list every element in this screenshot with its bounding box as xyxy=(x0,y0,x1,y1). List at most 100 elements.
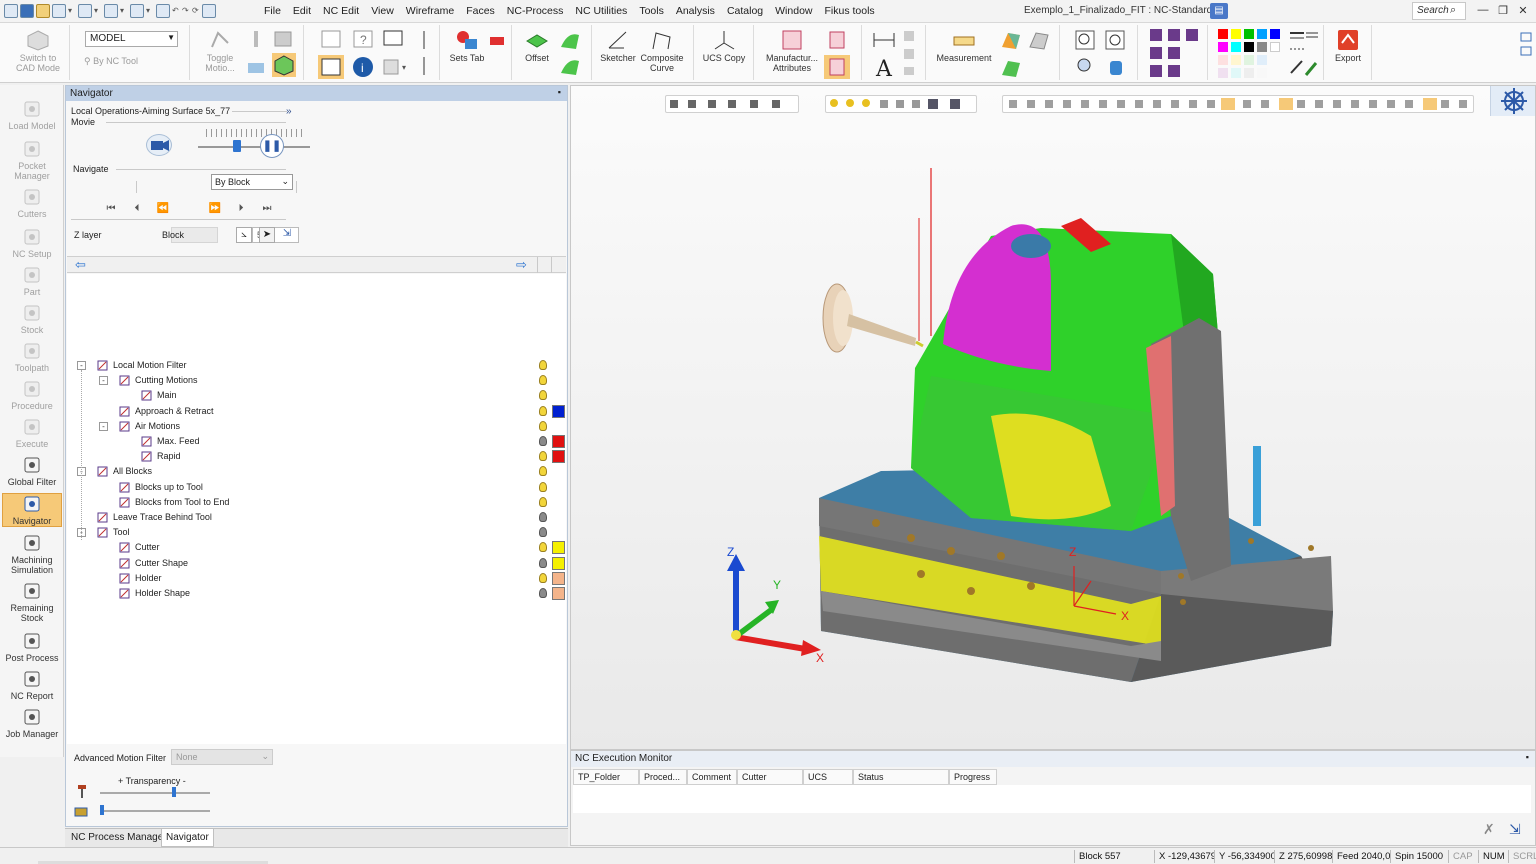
attribute-icon[interactable] xyxy=(826,29,848,51)
left-tool-pocket-manager[interactable]: Pocket Manager xyxy=(2,139,62,181)
tree-row[interactable]: - Air Motions xyxy=(67,419,566,434)
color-swatch[interactable] xyxy=(1218,68,1228,78)
color-square[interactable] xyxy=(552,556,565,570)
left-tool-nc-report[interactable]: NC Report xyxy=(2,669,62,701)
visibility-bulb-icon[interactable] xyxy=(539,481,547,492)
grid-icon[interactable] xyxy=(130,4,144,18)
column-procedure[interactable]: Proced... xyxy=(639,769,687,785)
box-icon[interactable] xyxy=(272,29,294,49)
stock-tool-icon[interactable] xyxy=(246,55,266,75)
left-tool-part[interactable]: Part xyxy=(2,265,62,297)
color-swatch[interactable] xyxy=(1270,29,1280,39)
monitor-icon[interactable] xyxy=(382,29,404,49)
tree-row[interactable]: Cutter Shape xyxy=(67,556,566,571)
standard-views-icon[interactable] xyxy=(1148,27,1200,79)
color-swatch[interactable] xyxy=(1244,55,1254,65)
calc-icon[interactable] xyxy=(104,4,118,18)
menu-catalog[interactable]: Catalog xyxy=(721,0,769,22)
goto-icon[interactable]: ⇲ xyxy=(1509,821,1521,838)
surface-extend-icon[interactable] xyxy=(558,55,582,77)
step-forward-icon[interactable]: ⏩ xyxy=(208,203,222,214)
text-icon[interactable]: A xyxy=(872,55,898,79)
next-block-icon[interactable]: ⏵ xyxy=(234,203,248,214)
search-input[interactable]: Search xyxy=(1412,2,1466,20)
visibility-bulb-icon[interactable] xyxy=(539,512,547,522)
record-movie-button[interactable] xyxy=(146,134,172,156)
graphics-viewport[interactable]: Z X Z Y X xyxy=(570,85,1536,750)
tree-row[interactable]: Approach & Retract xyxy=(67,404,566,419)
color-swatch[interactable] xyxy=(1218,29,1228,39)
tree-row[interactable]: Rapid xyxy=(67,449,566,464)
pan-icon[interactable] xyxy=(1104,55,1128,77)
new-file-icon[interactable] xyxy=(4,4,18,18)
previous-block-icon[interactable]: ⏴ xyxy=(130,203,144,214)
transparency-slider[interactable] xyxy=(100,792,210,794)
part-model[interactable]: Z X xyxy=(571,86,1536,750)
by-nc-tool-button[interactable]: ⚲ By NC Tool xyxy=(84,56,174,66)
visibility-bulb-icon[interactable] xyxy=(539,527,547,538)
visibility-bulb-icon[interactable] xyxy=(539,496,547,507)
measurement-button[interactable]: Measurement xyxy=(930,29,998,63)
model-select[interactable]: MODEL ▼ xyxy=(85,31,178,47)
curvature-icon[interactable] xyxy=(1000,29,1022,51)
restore-button[interactable]: ❐ xyxy=(1494,4,1512,17)
tree-row[interactable]: Main xyxy=(67,388,566,403)
left-tool-procedure[interactable]: Procedure xyxy=(2,379,62,411)
visibility-bulb-icon[interactable] xyxy=(539,542,547,553)
recent-icon[interactable] xyxy=(78,4,92,18)
tree-row[interactable]: Blocks from Tool to End xyxy=(67,495,566,510)
visibility-bulb-icon[interactable] xyxy=(539,420,547,431)
visibility-bulb-icon[interactable] xyxy=(539,588,547,598)
menu-nc-edit[interactable]: NC Edit xyxy=(317,0,365,22)
note-icon[interactable] xyxy=(902,29,916,77)
left-tool-toolpath[interactable]: Toolpath xyxy=(2,341,62,373)
sheet-icon[interactable] xyxy=(320,29,342,49)
menu-edit[interactable]: Edit xyxy=(287,0,317,22)
visibility-bulb-icon[interactable] xyxy=(539,557,547,568)
info-icon[interactable]: i xyxy=(352,56,374,78)
tree-row[interactable]: - All Blocks xyxy=(67,464,566,479)
ucs-copy-button[interactable]: UCS Copy xyxy=(700,29,748,63)
color-swatch[interactable] xyxy=(1257,68,1267,78)
step-back-icon[interactable]: ⏪ xyxy=(156,203,170,214)
tree-row[interactable]: Blocks up to Tool xyxy=(67,480,566,495)
color-swatch[interactable] xyxy=(1257,29,1267,39)
column-ucs[interactable]: UCS xyxy=(803,769,853,785)
eraser-icon[interactable] xyxy=(488,29,506,47)
chevron-down-icon[interactable]: ▾ xyxy=(120,4,128,18)
close-button[interactable]: ✕ xyxy=(1514,4,1532,17)
pause-button[interactable]: ❚❚ xyxy=(260,134,284,158)
color-swatch[interactable] xyxy=(1231,55,1241,65)
part-display-icon[interactable] xyxy=(272,53,296,77)
sets-tab-button[interactable]: Sets Tab xyxy=(444,29,490,63)
speed-slider[interactable] xyxy=(198,146,310,148)
left-tool-machining-simulation[interactable]: Machining Simulation xyxy=(2,533,62,575)
table-icon[interactable] xyxy=(318,55,344,79)
color-square[interactable] xyxy=(552,587,565,600)
color-swatch[interactable] xyxy=(1231,29,1241,39)
window-icon[interactable] xyxy=(202,4,216,18)
pointer-icon[interactable]: ➤ xyxy=(259,227,275,243)
transparency-slider-thumb[interactable] xyxy=(171,787,176,797)
refresh-icon[interactable]: ⟳ xyxy=(192,4,200,18)
color-square[interactable] xyxy=(552,450,565,464)
undo-icon[interactable]: ↶ xyxy=(172,4,180,18)
minimize-button[interactable]: — xyxy=(1474,4,1492,16)
visibility-bulb-icon[interactable] xyxy=(539,360,547,370)
wrench-icon[interactable] xyxy=(246,29,266,49)
surface-icon[interactable] xyxy=(558,29,582,51)
advanced-motion-filter-select[interactable]: None ⌄ xyxy=(171,749,273,765)
menu-view[interactable]: View xyxy=(365,0,400,22)
color-square[interactable] xyxy=(552,404,565,418)
menu-faces[interactable]: Faces xyxy=(460,0,501,22)
chevron-down-icon[interactable]: ▾ xyxy=(146,4,154,18)
color-swatch[interactable] xyxy=(1257,42,1267,52)
zoom-window-icon[interactable] xyxy=(1104,29,1126,51)
left-tool-remaining-stock[interactable]: Remaining Stock xyxy=(2,581,62,623)
color-square[interactable] xyxy=(552,571,565,585)
search-icon[interactable]: ⌕ xyxy=(1450,4,1456,17)
color-swatch[interactable] xyxy=(1244,68,1254,78)
sketcher-button[interactable]: Sketcher xyxy=(596,29,640,63)
step-icon[interactable]: ⦣ xyxy=(236,227,252,243)
left-tool-load-model[interactable]: Load Model xyxy=(2,99,62,131)
